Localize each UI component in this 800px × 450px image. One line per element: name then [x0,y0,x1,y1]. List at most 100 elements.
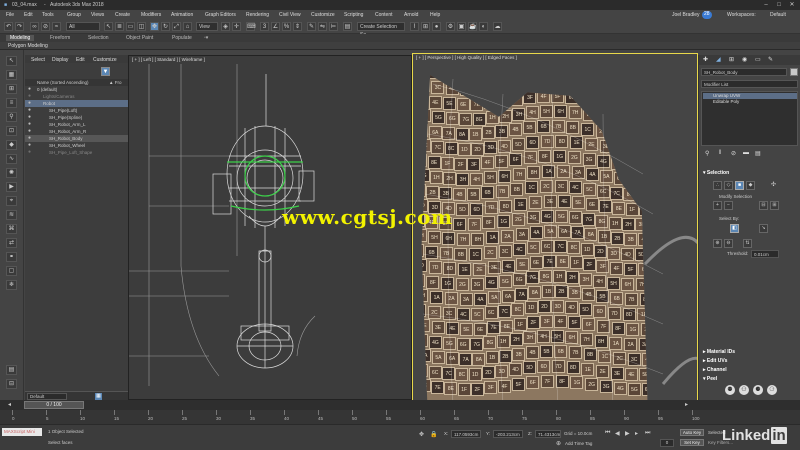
render-setup-icon[interactable]: ⚙ [446,22,455,31]
menu-help[interactable]: Help [430,12,440,18]
select-move-icon[interactable]: ✥ [150,22,159,31]
ignore-backfacing-icon[interactable]: ◧ [730,224,739,233]
prev-key-icon[interactable]: ◀ [615,430,620,437]
sort-header[interactable]: Name (Sorted Ascending) ▲ Fro [25,79,128,86]
layer-toggle-icon[interactable]: ▦ [95,393,102,400]
snaps-toggle-icon[interactable]: 3 [260,22,269,31]
visibility-eye-icon[interactable]: ● [28,121,34,128]
isolate-selection-icon[interactable]: ✥ [419,431,424,438]
containers-filter-icon[interactable]: ▢ [6,266,17,276]
select-by-name-icon[interactable]: ≣ [115,22,124,31]
go-to-end-icon[interactable]: ⏭ [645,430,650,437]
hierarchy-tab-icon[interactable]: ⊞ [729,56,734,63]
remove-modifier-icon[interactable]: ▬ [743,150,749,156]
menu-create[interactable]: Create [115,12,130,18]
select-scale-icon[interactable]: ⤢ [172,22,181,31]
visibility-eye-icon[interactable]: ● [28,100,34,107]
scene-row[interactable]: ● 0 (default) [25,86,128,93]
menu-modifiers[interactable]: Modifiers [141,12,161,18]
visibility-eye-icon[interactable]: ● [28,107,34,114]
select-overlap-icon[interactable]: ⊕ [713,239,722,248]
keyboard-shortcut-icon[interactable]: ⌨ [246,22,256,31]
selection-rollout-header[interactable]: ▾ Selection [699,169,800,177]
redo-icon[interactable]: ↷ [15,22,24,31]
curve-editor-icon[interactable]: ⌇ [410,22,419,31]
menu-rendering[interactable]: Rendering [246,12,269,18]
maximize-button[interactable]: □ [774,1,784,9]
quick-peel-icon[interactable]: ⚉ [725,385,735,395]
ribbon-options-icon[interactable]: ▫▾ [204,35,208,41]
display-tab-icon[interactable]: ▭ [755,56,761,63]
filter-icon[interactable]: ⚲ [6,112,17,122]
go-to-start-icon[interactable]: ⏮ [605,430,610,437]
y-coordinate-field[interactable]: -203.213cm [493,430,523,438]
pivot-center-icon[interactable]: ◈ [221,22,230,31]
layer-dropdown[interactable]: Default [27,393,67,400]
create-tab-icon[interactable]: ✚ [703,56,708,63]
perspective-viewport-label[interactable]: [ + ] [ Perspective ] [ High Quality ] [… [416,55,517,60]
select-place-icon[interactable]: ⌂ [183,22,192,31]
shrink-selection-icon[interactable]: − [724,201,733,210]
maxscript-listener[interactable]: MAXScript Mini [2,428,42,436]
menu-content[interactable]: Content [375,12,393,18]
show-end-result-icon[interactable]: ‖ [719,150,721,156]
menu-arnold[interactable]: Arnold [404,12,418,18]
layer-explorer-icon[interactable]: ▤ [343,22,352,31]
time-slider[interactable]: ◂ 0 / 100 ▸ [0,400,800,410]
select-manipulate-icon[interactable]: ✛ [232,22,241,31]
object-color-swatch[interactable] [790,68,798,76]
ribbon-tab-modeling[interactable]: Modeling [6,35,35,41]
scene-row[interactable]: ● SH_Pipe(Loft) [25,107,128,114]
angle-snap-icon[interactable]: ∠ [271,22,280,31]
visibility-eye-icon[interactable]: ● [28,128,34,135]
loop-selection-icon[interactable]: ⊟ [759,201,768,210]
configure-sets-icon[interactable]: ▤ [755,150,761,157]
ring-selection-icon[interactable]: ⊞ [770,201,779,210]
x-coordinate-field[interactable]: 117.0593cm [451,430,481,438]
select-rotate-icon[interactable]: ↻ [161,22,170,31]
close-button[interactable]: ✕ [787,1,797,9]
menu-edit[interactable]: Edit [24,12,33,18]
minimize-button[interactable]: – [761,1,771,9]
user-account[interactable]: Joel Bradley [672,12,700,20]
modifier-list-dropdown[interactable]: Modifier List [701,80,798,88]
visibility-eye-icon[interactable]: ● [28,114,34,121]
layer-icon[interactable]: ≡ [6,98,17,108]
ribbon-subtab-polygon-modeling[interactable]: Polygon Modeling [8,43,48,49]
scene-row[interactable]: ● SH_Pipe(Spline) [25,114,128,121]
menu-views[interactable]: Views [91,12,104,18]
hierarchy-icon[interactable]: ⊞ [6,84,17,94]
auto-key-button[interactable]: Auto Key [680,429,704,436]
material-ids-rollout-header[interactable]: ▸ Material IDs [699,348,800,356]
visibility-eye-icon[interactable]: ● [28,135,34,142]
scene-row[interactable]: ● SH_Pipe_Loft_Shape [25,149,128,156]
motion-tab-icon[interactable]: ◉ [742,56,747,63]
menu-tools[interactable]: Tools [42,12,54,18]
scene-row[interactable]: ● SH_Robot_Wheel [25,142,128,149]
groups-filter-icon[interactable]: ⌘ [6,224,17,234]
ref-coord-dropdown[interactable]: View [196,22,218,31]
prev-frame-icon[interactable]: ◂ [8,401,11,408]
unlink-icon[interactable]: ⊘ [41,22,50,31]
z-coordinate-field[interactable]: 71.4313cm [535,430,561,438]
visibility-eye-icon[interactable]: ● [28,93,34,100]
ribbon-tab-populate[interactable]: Populate [172,35,192,41]
menu-customize[interactable]: Customize [311,12,335,18]
utilities-tab-icon[interactable]: ✎ [768,56,773,63]
menu-group[interactable]: Group [67,12,81,18]
helpers-filter-icon[interactable]: ⌖ [6,196,17,206]
scene-row[interactable]: ● SH_Robot_Arm_R [25,128,128,135]
selection-lock-icon[interactable]: 🔒 [430,431,437,438]
scene-tab-display[interactable]: Display [52,57,68,63]
object-name-field[interactable]: SH_Robot_Body [701,68,787,76]
polygon-mode-icon[interactable]: ■ [735,181,744,190]
undo-icon[interactable]: ↶ [4,22,13,31]
scene-row[interactable]: ● Robot [25,100,128,107]
select-by-element-icon[interactable]: ✣ [769,181,778,190]
element-mode-icon[interactable]: ◆ [746,181,755,190]
add-time-tag[interactable]: Add Time Tag [565,441,592,446]
grow-selection-icon[interactable]: + [713,201,722,210]
menu-scripting[interactable]: Scripting [344,12,363,18]
link-icon[interactable]: ∞ [30,22,39,31]
display-filter-icon[interactable]: ▦ [6,70,17,80]
